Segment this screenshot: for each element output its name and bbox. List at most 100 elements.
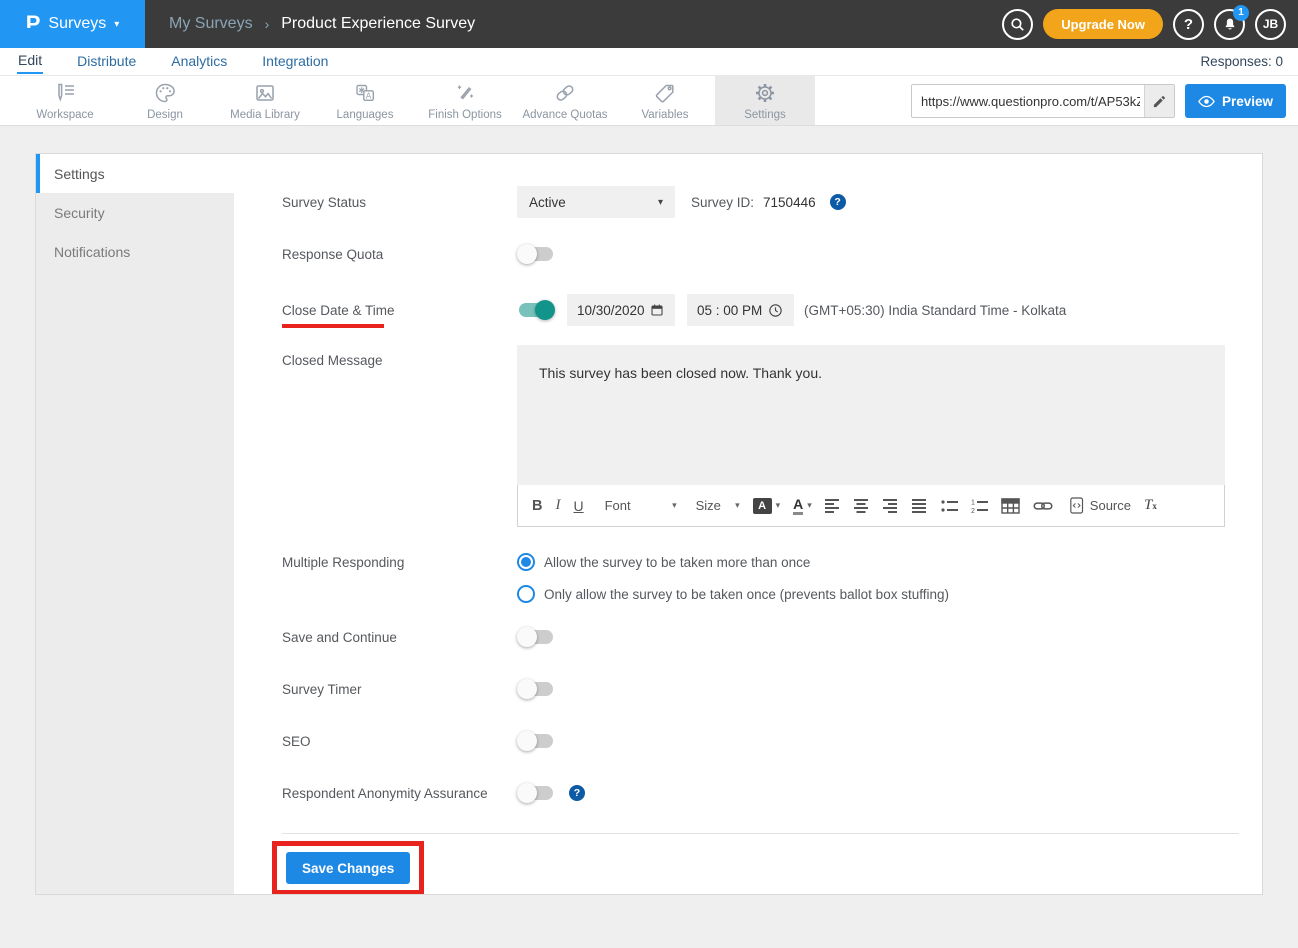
toolbar-item-label: Workspace	[36, 109, 93, 121]
underline-button[interactable]: U	[573, 498, 583, 514]
toolbar-item-variables[interactable]: Variables	[615, 76, 715, 125]
link-button[interactable]	[1033, 500, 1053, 512]
close-date-time-toggle[interactable]	[517, 300, 555, 320]
font-select[interactable]: Font▾	[605, 498, 677, 513]
save-and-continue-toggle[interactable]	[517, 627, 555, 647]
toolbar-item-design[interactable]: Design	[115, 76, 215, 125]
justify-button[interactable]	[912, 499, 928, 513]
survey-id-help-icon[interactable]: ?	[830, 194, 846, 210]
survey-timer-label: Survey Timer	[282, 682, 517, 697]
survey-timer-toggle[interactable]	[517, 679, 555, 699]
response-quota-toggle[interactable]	[517, 244, 555, 264]
sidebar-item-security[interactable]: Security	[36, 193, 234, 232]
richtext-toolbar: B I U Font▾ Size▾ A▾ A▾ 12	[517, 485, 1225, 527]
tab-integration[interactable]: Integration	[261, 50, 329, 73]
survey-id-label: Survey ID:	[691, 195, 754, 210]
upgrade-now-button[interactable]: Upgrade Now	[1043, 9, 1163, 39]
multiple-responding-row: Multiple Responding Allow the survey to …	[282, 553, 1262, 603]
survey-id-value: 7150446	[763, 195, 816, 210]
toolbar-item-workspace[interactable]: Workspace	[15, 76, 115, 125]
close-time-value: 05 : 00 PM	[697, 303, 762, 318]
table-button[interactable]	[1001, 498, 1020, 514]
text-color-button[interactable]: A▾	[793, 497, 812, 515]
toolbar-item-finish-options[interactable]: Finish Options	[415, 76, 515, 125]
save-and-continue-label: Save and Continue	[282, 630, 517, 645]
source-button[interactable]: Source	[1070, 497, 1131, 514]
toolbar-item-label: Finish Options	[428, 109, 502, 121]
align-center-button[interactable]	[854, 499, 870, 513]
toolbar-item-media-library[interactable]: Media Library	[215, 76, 315, 125]
sidebar-item-label: Notifications	[54, 244, 130, 260]
settings-form: Survey Status Active ▾ Survey ID: 715044…	[234, 154, 1262, 894]
svg-text:2: 2	[971, 508, 975, 513]
close-date-time-row: Close Date & Time 10/30/2020 05 : 00 PM	[282, 294, 1262, 326]
numbered-list-button[interactable]: 12	[971, 499, 988, 513]
closed-message-editor: This survey has been closed now. Thank y…	[517, 345, 1225, 527]
edit-url-button[interactable]	[1144, 85, 1174, 117]
search-button[interactable]	[1002, 9, 1033, 40]
page-background: Settings Security Notifications Survey S…	[0, 126, 1298, 895]
response-quota-label: Response Quota	[282, 247, 517, 262]
closed-message-textarea[interactable]: This survey has been closed now. Thank y…	[517, 345, 1225, 485]
save-changes-button[interactable]: Save Changes	[286, 852, 410, 884]
bullet-list-button[interactable]	[941, 499, 958, 513]
toolbar-spacer	[815, 76, 911, 125]
sidebar-item-settings[interactable]: Settings	[36, 154, 234, 193]
toolbar-item-settings[interactable]: Settings	[715, 76, 815, 125]
preview-button[interactable]: Preview	[1185, 84, 1286, 118]
multiple-responding-options: Allow the survey to be taken more than o…	[517, 553, 949, 603]
breadcrumb-my-surveys[interactable]: My Surveys	[169, 15, 253, 33]
toolbar-item-languages[interactable]: A Languages	[315, 76, 415, 125]
clock-icon	[767, 302, 784, 319]
translate-icon: A	[353, 81, 377, 105]
survey-url-input[interactable]	[912, 85, 1144, 117]
bg-color-button[interactable]: A▾	[753, 498, 781, 514]
avatar[interactable]: JB	[1255, 9, 1286, 40]
close-date-input[interactable]: 10/30/2020	[567, 294, 675, 326]
anonymity-help-icon[interactable]: ?	[569, 785, 585, 801]
notifications-button[interactable]: 1	[1214, 9, 1245, 40]
toolbar-item-label: Languages	[337, 109, 394, 121]
app-name: Surveys	[48, 15, 106, 33]
tab-edit[interactable]: Edit	[17, 49, 43, 74]
align-left-button[interactable]	[825, 499, 841, 513]
help-button[interactable]: ?	[1173, 9, 1204, 40]
form-divider	[282, 833, 1239, 834]
top-bar: P Surveys ▾ My Surveys › Product Experie…	[0, 0, 1298, 48]
radio-unselected-icon	[517, 585, 535, 603]
survey-status-row: Survey Status Active ▾ Survey ID: 715044…	[282, 186, 1262, 218]
align-right-button[interactable]	[883, 499, 899, 513]
remove-format-button[interactable]: Tx	[1144, 497, 1157, 514]
size-select[interactable]: Size▾	[696, 498, 740, 513]
survey-status-select[interactable]: Active ▾	[517, 186, 675, 218]
survey-status-label: Survey Status	[282, 195, 517, 210]
toolbar-item-advance-quotas[interactable]: Advance Quotas	[515, 76, 615, 125]
breadcrumb-survey-title: Product Experience Survey	[281, 15, 475, 33]
timezone-text: (GMT+05:30) India Standard Time - Kolkat…	[804, 303, 1066, 318]
seo-toggle[interactable]	[517, 731, 555, 751]
respondent-anonymity-toggle[interactable]	[517, 783, 555, 803]
tab-analytics[interactable]: Analytics	[170, 50, 228, 73]
close-time-input[interactable]: 05 : 00 PM	[687, 294, 794, 326]
italic-button[interactable]: I	[555, 497, 560, 514]
search-icon	[1009, 16, 1026, 33]
bg-color-letter: A	[753, 498, 772, 514]
tab-distribute[interactable]: Distribute	[76, 50, 137, 73]
text-color-letter: A	[793, 497, 803, 515]
breadcrumb-separator-icon: ›	[265, 16, 270, 32]
gear-icon	[753, 81, 777, 105]
toolbar-item-label: Advance Quotas	[522, 109, 607, 121]
close-date-value: 10/30/2020	[577, 303, 645, 318]
bold-button[interactable]: B	[532, 498, 542, 514]
radio-allow-multiple[interactable]: Allow the survey to be taken more than o…	[517, 553, 949, 571]
radio-allow-once[interactable]: Only allow the survey to be taken once (…	[517, 585, 949, 603]
app-switcher[interactable]: P Surveys ▾	[0, 0, 145, 48]
preview-label: Preview	[1222, 94, 1273, 109]
annotation-underline	[282, 324, 384, 328]
magic-wand-icon	[453, 81, 477, 105]
image-icon	[253, 81, 277, 105]
sidebar-item-notifications[interactable]: Notifications	[36, 232, 234, 271]
multiple-responding-label: Multiple Responding	[282, 553, 517, 570]
chevron-down-icon: ▾	[735, 500, 740, 511]
svg-text:1: 1	[971, 499, 975, 506]
